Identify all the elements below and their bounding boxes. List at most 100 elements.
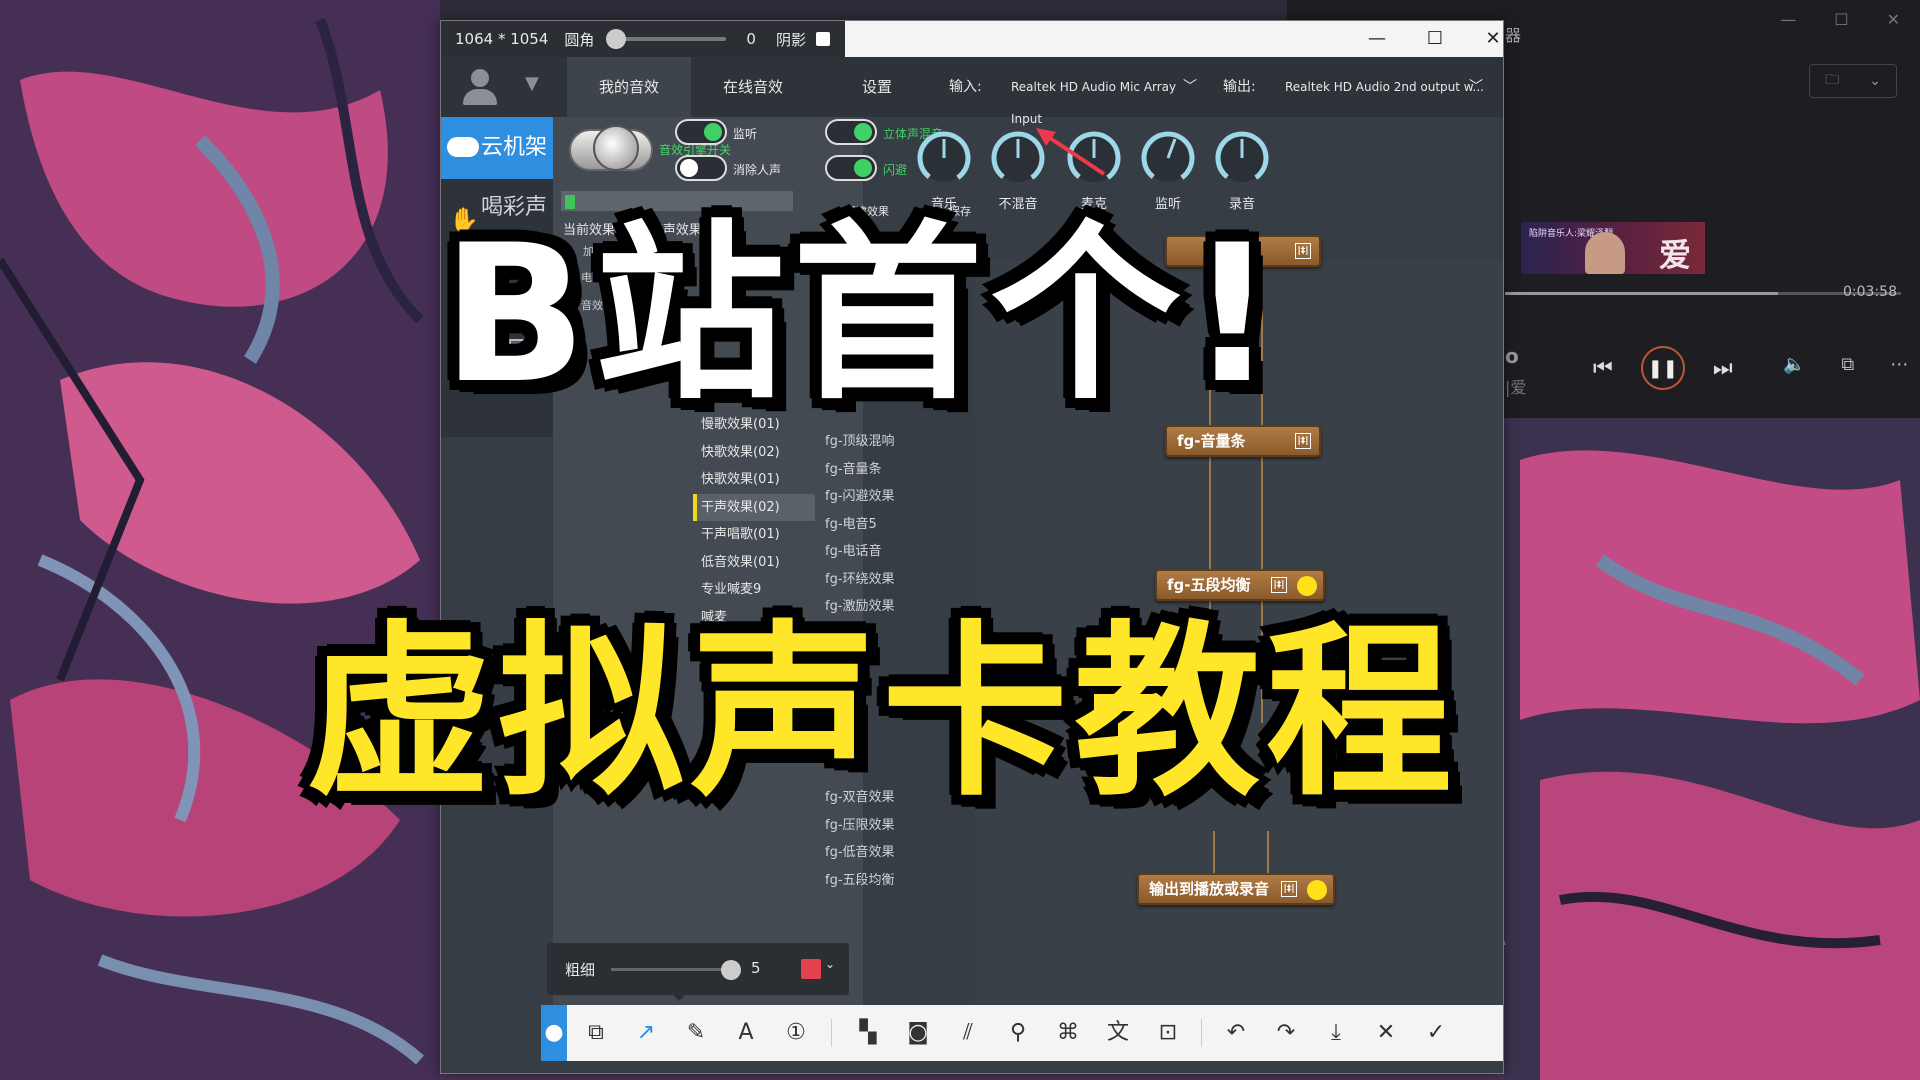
eq-icon[interactable]: |‡| — [1295, 433, 1311, 449]
list-item[interactable]: 干声效果(02) — [693, 493, 815, 521]
next-icon[interactable]: ⏭ — [1713, 356, 1733, 381]
thickness-slider-knob[interactable] — [721, 960, 741, 980]
eraser-tool-icon[interactable]: ⫽ — [943, 1005, 993, 1061]
list-item[interactable]: fg-音量条 — [825, 459, 882, 481]
output-device-select[interactable]: Realtek HD Audio 2nd output w... ﹀ — [1277, 71, 1489, 103]
cancel-icon[interactable]: ✕ — [1361, 1005, 1411, 1061]
screenshot-toolbar: ● ⧉ ↗ ✎ A ① ▚ ◙ ⫽ ⚲ ⌘ 文 ⊡ ↶ ↷ ⤓ ✕ ✓ — [541, 1005, 1503, 1061]
text-tool-icon[interactable]: A — [721, 1005, 771, 1061]
close-icon[interactable]: ✕ — [1887, 10, 1900, 29]
player-extra-controls: 🔈 ⧉ ⋯ — [1783, 354, 1908, 375]
progress-fill — [1505, 292, 1779, 295]
monitor-toggle[interactable] — [675, 119, 727, 145]
list-item[interactable]: fg-顶级混响 — [825, 431, 895, 453]
mini-mode-icon[interactable]: ⧉ — [1841, 354, 1854, 375]
chevron-down-icon[interactable]: ⌄ — [825, 957, 835, 971]
headline-bottom: 虚拟声卡教程 — [306, 604, 1459, 821]
shadow-label: 阴影 — [775, 30, 806, 49]
eq-icon[interactable]: |‡| — [1295, 243, 1311, 259]
list-item[interactable]: 干声唱歌(01) — [693, 521, 815, 548]
sidebar-item-cloud-rack[interactable]: 云机架 — [441, 117, 563, 179]
output-device-value: Realtek HD Audio 2nd output w... — [1285, 80, 1484, 94]
avatar[interactable] — [461, 69, 497, 107]
pin-tool-icon[interactable]: ● — [541, 1005, 567, 1061]
download-icon[interactable]: ⤓ — [1311, 1005, 1361, 1061]
scan-tool-icon[interactable]: ⊡ — [1143, 1005, 1193, 1061]
status-led — [1307, 880, 1327, 900]
list-item[interactable]: fg-闪避效果 — [825, 486, 895, 508]
radius-slider[interactable] — [606, 29, 727, 49]
node-five-band-eq[interactable]: fg-五段均衡 |‡| — [1155, 569, 1325, 601]
maximize-icon[interactable]: ☐ — [1834, 10, 1848, 29]
pen-tool-icon[interactable]: ✎ — [671, 1005, 721, 1061]
radius-value: 0 — [746, 30, 756, 48]
remove-vocal-toggle[interactable] — [675, 155, 727, 181]
list-item[interactable]: fg-环绕效果 — [825, 569, 895, 591]
ducking-toggle[interactable] — [825, 155, 877, 181]
list-item[interactable]: fg-五段均衡 — [825, 870, 895, 892]
knob-0[interactable] — [915, 129, 973, 187]
node-label: fg-五段均衡 — [1167, 576, 1251, 594]
pause-button[interactable]: ❚❚ — [1640, 346, 1685, 390]
number-tool-icon[interactable]: ① — [771, 1005, 821, 1061]
ocr-tool-icon[interactable]: ⌘ — [1043, 1005, 1093, 1061]
previous-icon[interactable]: ⏮ — [1593, 356, 1613, 381]
list-item[interactable]: fg-电音5 — [825, 514, 877, 536]
thumbnail-symbol: 爱 — [1658, 236, 1691, 274]
playback-time: 0:03:58 — [1843, 284, 1897, 300]
input-device-select[interactable]: Realtek HD Audio Mic Array Input ﹀ — [1003, 71, 1203, 126]
maximize-icon[interactable]: ☐ — [1413, 25, 1457, 53]
pause-icon: ❚❚ — [1647, 357, 1678, 379]
shape-tool-icon[interactable]: ⧉ — [571, 1005, 621, 1061]
pin-screen-icon[interactable]: ⚲ — [993, 1005, 1043, 1061]
mosaic-tool-icon[interactable]: ▚ — [843, 1005, 893, 1061]
headline-top: B站首个! — [442, 204, 1284, 425]
node-output[interactable]: 输出到播放或录音 |‡| — [1137, 873, 1335, 905]
node-label: 输出到播放或录音 — [1149, 880, 1270, 898]
shadow-checkbox[interactable] — [815, 32, 830, 46]
tab-my-effects[interactable]: 我的音效 — [567, 57, 691, 117]
song-thumbnail[interactable]: 陷阱音乐人:梁耀泽翻 爱 — [1521, 222, 1705, 274]
player-title: 器 — [1505, 26, 1522, 45]
close-icon[interactable]: ✕ — [1471, 25, 1503, 53]
chevron-down-icon: ﹀ — [1183, 79, 1197, 95]
translate-tool-icon[interactable]: 文 — [1093, 1005, 1143, 1061]
minimize-icon[interactable]: — — [1355, 25, 1399, 53]
input-device-value: Realtek HD Audio Mic Array Input — [1011, 80, 1177, 126]
list-item[interactable]: 低音效果(01) — [693, 549, 815, 576]
eq-icon[interactable]: |‡| — [1281, 881, 1297, 897]
more-icon[interactable]: ⋯ — [1890, 354, 1908, 375]
chevron-down-icon[interactable]: ▼ — [525, 73, 539, 94]
stereo-mix-toggle[interactable] — [825, 119, 877, 145]
node-label: fg-音量条 — [1177, 432, 1246, 450]
color-swatch[interactable] — [801, 959, 821, 979]
list-item[interactable]: 专业喊麦9 — [693, 576, 815, 603]
list-item[interactable]: fg-电话音 — [825, 541, 882, 563]
knob-3[interactable] — [1139, 129, 1197, 187]
arrow-tool-icon[interactable]: ↗ — [621, 1005, 671, 1061]
confirm-icon[interactable]: ✓ — [1411, 1005, 1461, 1061]
playback-progress[interactable] — [1505, 292, 1901, 295]
minimize-icon[interactable]: — — [1780, 10, 1796, 29]
list-item[interactable]: 快歌效果(01) — [693, 466, 815, 493]
screenshot-style-bar: 1064 * 1054 圆角 0 阴影 — [441, 21, 845, 57]
tab-settings[interactable]: 设置 — [815, 57, 939, 117]
eq-icon[interactable]: |‡| — [1271, 577, 1287, 593]
node-volume-bar[interactable]: fg-音量条 |‡| — [1165, 425, 1321, 457]
list-item[interactable]: 快歌效果(02) — [693, 439, 815, 466]
radius-label: 圆角 — [564, 30, 595, 49]
thickness-slider[interactable] — [611, 960, 741, 980]
tab-online-effects[interactable]: 在线音效 — [691, 57, 815, 117]
list-item[interactable]: fg-低音效果 — [825, 842, 895, 864]
undo-icon[interactable]: ↶ — [1211, 1005, 1261, 1061]
engine-switch[interactable] — [563, 123, 653, 175]
knob-4[interactable] — [1213, 129, 1271, 187]
blur-tool-icon[interactable]: ◙ — [893, 1005, 943, 1061]
radius-slider-knob[interactable] — [606, 29, 627, 49]
volume-icon[interactable]: 🔈 — [1783, 354, 1805, 375]
output-label: 输出: — [1223, 79, 1256, 95]
folder-button[interactable]: 🗀 ⌄ — [1809, 64, 1897, 98]
status-led — [1297, 576, 1317, 596]
redo-icon[interactable]: ↷ — [1261, 1005, 1311, 1061]
cloud-icon — [447, 137, 479, 157]
